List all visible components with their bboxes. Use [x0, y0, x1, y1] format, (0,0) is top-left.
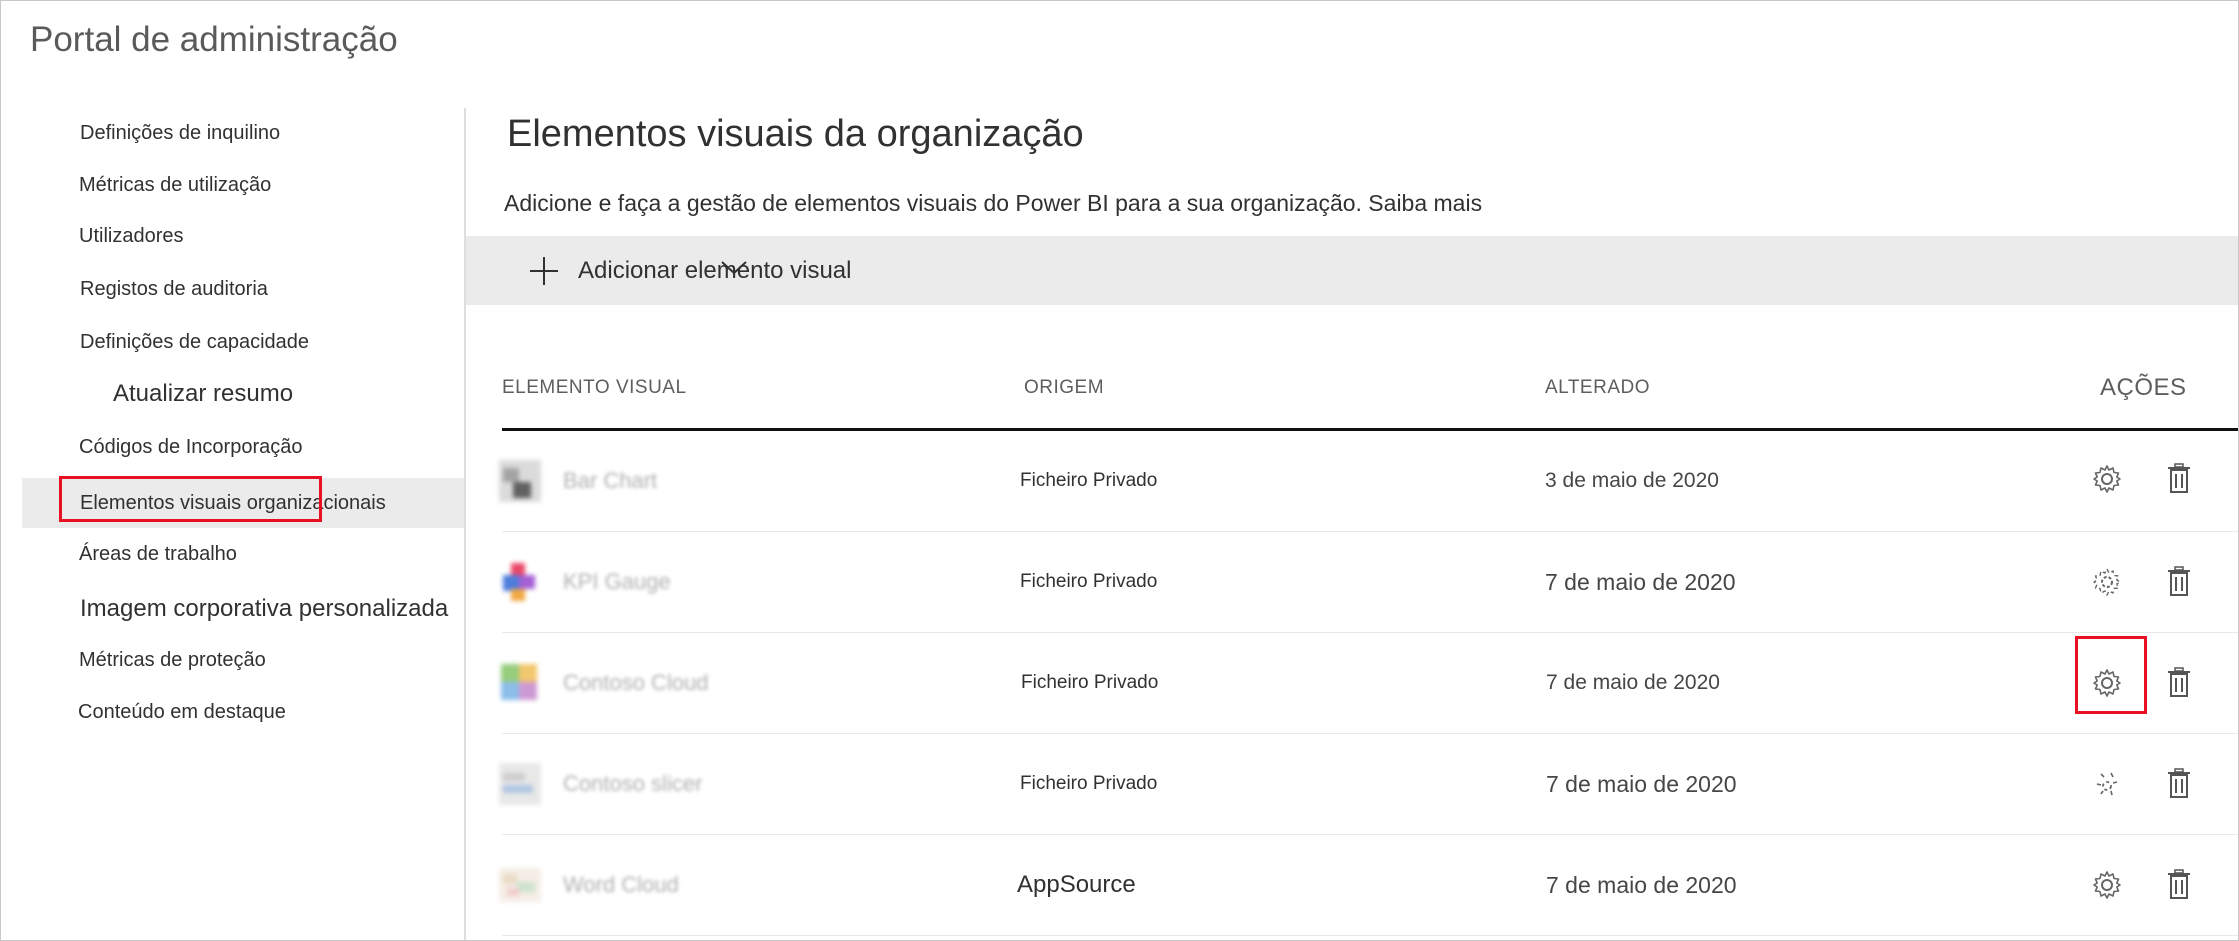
- changed-cell: 7 de maio de 2020: [1545, 568, 1736, 595]
- table-row[interactable]: Bar Chart Ficheiro Privado 3 de maio de …: [499, 431, 2238, 532]
- origin-cell: Ficheiro Privado: [1020, 571, 1158, 592]
- visual-thumbnail-icon: [499, 460, 541, 502]
- main-content: Elementos visuais da organização Adicion…: [466, 108, 2238, 940]
- column-header-origin[interactable]: ORIGEM: [1024, 348, 1104, 428]
- trash-icon: [2168, 463, 2190, 493]
- page-description: Adicione e faça a gestão de elementos vi…: [504, 190, 1483, 216]
- sidebar-item-embed-codes[interactable]: Códigos de Incorporação: [22, 422, 464, 472]
- trash-icon: [2168, 768, 2190, 798]
- table-row[interactable]: Contoso Cloud Ficheiro Privado 7 de maio…: [499, 633, 2238, 734]
- origin-cell: AppSource: [1017, 871, 1136, 898]
- sidebar-item-label: Registos de auditoria: [80, 277, 268, 300]
- gear-icon: [2093, 568, 2121, 596]
- visual-thumbnail-icon: [499, 763, 541, 805]
- sidebar-item-organizational-visuals[interactable]: Elementos visuais organizacionais: [22, 478, 464, 528]
- sidebar-item-custom-branding[interactable]: Imagem corporativa personalizada: [22, 584, 464, 634]
- visual-thumbnail-icon: [499, 868, 541, 902]
- sidebar-item-users[interactable]: Utilizadores: [22, 211, 464, 261]
- settings-button[interactable]: [2087, 663, 2127, 703]
- delete-button[interactable]: [2159, 865, 2199, 905]
- table-row[interactable]: Word Cloud AppSource 7 de maio de 2020: [499, 835, 2238, 936]
- column-header-visual[interactable]: ELEMENTO VISUAL: [502, 348, 687, 428]
- trash-icon: [2168, 667, 2190, 697]
- sidebar-item-usage-metrics[interactable]: Métricas de utilização: [22, 160, 464, 210]
- sidebar-item-label: Códigos de Incorporação: [79, 435, 303, 458]
- gear-icon: [2093, 669, 2121, 697]
- settings-button[interactable]: [2087, 764, 2127, 804]
- visual-thumbnail-icon: [503, 563, 535, 601]
- visual-thumbnail-icon: [501, 664, 537, 700]
- delete-button[interactable]: [2159, 663, 2199, 703]
- delete-button[interactable]: [2159, 562, 2199, 602]
- settings-button[interactable]: [2087, 562, 2127, 602]
- sidebar-item-label: Utilizadores: [79, 224, 184, 247]
- changed-cell: 7 de maio de 2020: [1546, 871, 1737, 898]
- toolbar: Adicionar elemento visual: [466, 236, 2238, 305]
- page-title: Elementos visuais da organização: [507, 113, 1084, 155]
- sidebar-item-label: Áreas de trabalho: [79, 542, 237, 565]
- sidebar-item-featured-content[interactable]: Conteúdo em destaque: [22, 687, 464, 737]
- table-header: ELEMENTO VISUAL ORIGEM ALTERADO AÇÕES: [502, 348, 2238, 431]
- visual-name: KPI Gauge: [563, 569, 671, 594]
- sidebar-item-workspaces[interactable]: Áreas de trabalho: [22, 529, 464, 579]
- sidebar-item-label: Imagem corporativa personalizada: [80, 595, 449, 622]
- visual-name: Word Cloud: [563, 872, 679, 897]
- sidebar-item-tenant-settings[interactable]: Definições de inquilino: [22, 108, 464, 158]
- sidebar-item-refresh-summary[interactable]: Atualizar resumo: [22, 369, 464, 419]
- sidebar-item-audit-logs[interactable]: Registos de auditoria: [22, 264, 464, 314]
- add-visual-button[interactable]: Adicionar elemento visual: [530, 236, 851, 305]
- gear-icon: [2093, 465, 2121, 493]
- visual-name: Contoso Cloud: [563, 670, 709, 695]
- changed-cell: 3 de maio de 2020: [1545, 469, 1719, 492]
- sidebar-item-capacity-settings[interactable]: Definições de capacidade: [22, 317, 464, 367]
- table-row[interactable]: Contoso slicer Ficheiro Privado 7 de mai…: [499, 734, 2238, 835]
- sidebar-item-label: Conteúdo em destaque: [78, 700, 286, 723]
- visual-cell: KPI Gauge: [499, 532, 671, 632]
- sidebar-item-protection-metrics[interactable]: Métricas de proteção: [22, 635, 464, 685]
- add-visual-label: Adicionar elemento visual: [578, 256, 852, 284]
- sidebar-item-label: Definições de capacidade: [80, 330, 310, 353]
- origin-cell: Ficheiro Privado: [1021, 672, 1159, 693]
- sidebar: Definições de inquilino Métricas de util…: [22, 108, 466, 940]
- visual-cell: Contoso slicer: [499, 734, 702, 834]
- visual-name: Bar Chart: [563, 468, 658, 493]
- changed-cell: 7 de maio de 2020: [1546, 770, 1737, 797]
- table-row[interactable]: KPI Gauge Ficheiro Privado 7 de maio de …: [502, 532, 2238, 633]
- settings-button[interactable]: [2087, 459, 2127, 499]
- sidebar-item-label: Atualizar resumo: [113, 380, 294, 407]
- plus-icon: [530, 256, 558, 285]
- sidebar-item-label: Definições de inquilino: [80, 121, 281, 144]
- origin-cell: Ficheiro Privado: [1020, 470, 1158, 491]
- column-header-changed[interactable]: ALTERADO: [1545, 348, 1650, 428]
- portal-title: Portal de administração: [30, 20, 398, 59]
- column-header-actions: AÇÕES: [2100, 374, 2187, 401]
- visual-name: Contoso slicer: [563, 771, 703, 796]
- visual-cell: Contoso Cloud: [499, 633, 709, 733]
- origin-cell: Ficheiro Privado: [1020, 773, 1158, 794]
- gear-icon: [2093, 871, 2121, 899]
- visual-cell: Bar Chart: [499, 431, 657, 531]
- gear-icon: [2096, 772, 2118, 796]
- trash-icon: [2168, 566, 2190, 596]
- settings-button[interactable]: [2087, 865, 2127, 905]
- sidebar-item-label: Métricas de utilização: [79, 173, 272, 196]
- mouse-cursor-icon: [721, 261, 747, 275]
- sidebar-item-label: Métricas de proteção: [79, 648, 266, 671]
- changed-cell: 7 de maio de 2020: [1546, 671, 1720, 694]
- sidebar-item-label: Elementos visuais organizacionais: [80, 491, 386, 514]
- visual-cell: Word Cloud: [499, 835, 679, 935]
- delete-button[interactable]: [2159, 459, 2199, 499]
- delete-button[interactable]: [2159, 764, 2199, 804]
- trash-icon: [2168, 869, 2190, 899]
